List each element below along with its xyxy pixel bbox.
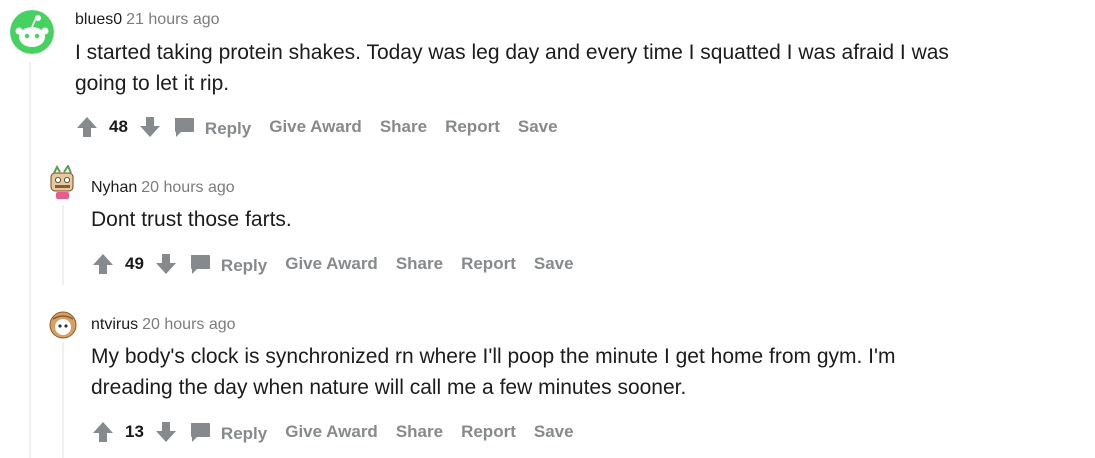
- vote-score: 49: [125, 254, 144, 273]
- upvote-arrow-icon[interactable]: [92, 252, 114, 276]
- comment-actions: 49 Reply Give Award Share Report Save: [92, 250, 592, 278]
- upvote-arrow-icon[interactable]: [76, 115, 98, 139]
- downvote-arrow-icon[interactable]: [155, 252, 177, 276]
- report-button[interactable]: Report: [461, 254, 516, 274]
- save-button[interactable]: Save: [534, 254, 574, 274]
- snoo-avatar-icon: [50, 165, 74, 199]
- comment-meta: Nyhan 20 hours ago: [91, 178, 235, 198]
- author-name[interactable]: blues0: [75, 11, 122, 28]
- comment-body-line: going to let it rip.: [75, 72, 230, 95]
- report-button[interactable]: Report: [445, 117, 500, 137]
- snoo-avatar-icon: [49, 311, 77, 339]
- author-name[interactable]: Nyhan: [91, 179, 137, 196]
- share-button[interactable]: Share: [380, 117, 427, 137]
- comment-body-line: dreading the day when nature will call m…: [91, 376, 687, 399]
- avatar[interactable]: [10, 10, 54, 54]
- comment-meta: blues0 21 hours ago: [75, 10, 220, 30]
- chat-bubble-icon: [189, 252, 213, 276]
- timestamp[interactable]: 20 hours ago: [142, 316, 235, 333]
- downvote-arrow-icon[interactable]: [155, 420, 177, 444]
- upvote-arrow-icon[interactable]: [92, 420, 114, 444]
- avatar[interactable]: [48, 165, 78, 201]
- comment-actions: 13 Reply Give Award Share Report Save: [92, 418, 592, 446]
- give-award-button[interactable]: Give Award: [285, 254, 378, 274]
- snoo-avatar-icon: [10, 10, 54, 54]
- share-button[interactable]: Share: [396, 422, 443, 442]
- give-award-button[interactable]: Give Award: [269, 117, 362, 137]
- reply-button[interactable]: Reply: [173, 115, 251, 139]
- chat-bubble-icon: [173, 115, 197, 139]
- vote-score: 13: [125, 422, 144, 441]
- chat-bubble-icon: [189, 420, 213, 444]
- reply-label: Reply: [220, 423, 268, 443]
- reply-button[interactable]: Reply: [189, 420, 267, 444]
- share-button[interactable]: Share: [396, 254, 443, 274]
- reply-label: Reply: [204, 118, 252, 138]
- reply-label: Reply: [220, 255, 268, 275]
- comment-meta: ntvirus 20 hours ago: [91, 315, 236, 335]
- downvote-arrow-icon[interactable]: [139, 115, 161, 139]
- avatar[interactable]: [49, 311, 77, 339]
- comment-actions: 48 Reply Give Award Share Report Save: [76, 113, 576, 141]
- save-button[interactable]: Save: [518, 117, 558, 137]
- timestamp[interactable]: 20 hours ago: [141, 179, 234, 196]
- thread-line-child-1[interactable]: [62, 205, 64, 285]
- comment-body-line: I started taking protein shakes. Today w…: [75, 41, 949, 64]
- give-award-button[interactable]: Give Award: [285, 422, 378, 442]
- save-button[interactable]: Save: [534, 422, 574, 442]
- comment-thread: blues0 21 hours ago I started taking prot…: [0, 0, 1095, 458]
- timestamp[interactable]: 21 hours ago: [126, 11, 219, 28]
- thread-line-child-2[interactable]: [62, 342, 64, 458]
- author-name[interactable]: ntvirus: [91, 316, 138, 333]
- comment-body-line: Dont trust those farts.: [91, 208, 292, 231]
- vote-score: 48: [109, 117, 128, 136]
- reply-button[interactable]: Reply: [189, 252, 267, 276]
- comment-body-line: My body's clock is synchronized rn where…: [91, 345, 896, 368]
- report-button[interactable]: Report: [461, 422, 516, 442]
- thread-line-root[interactable]: [29, 62, 31, 458]
